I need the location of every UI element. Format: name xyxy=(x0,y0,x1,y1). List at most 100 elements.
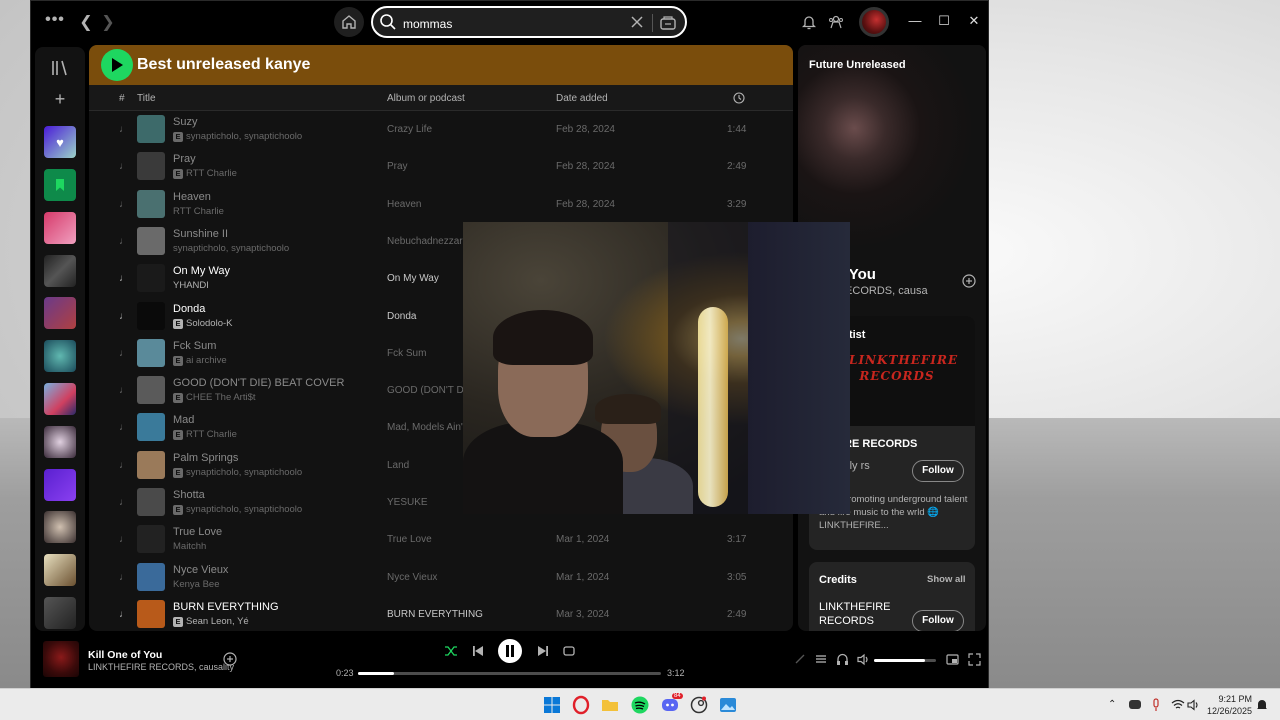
player-artist[interactable]: LINKTHEFIRE RECORDS, causality xyxy=(88,662,234,672)
track-album[interactable]: Heaven xyxy=(387,199,421,210)
now-playing-view-icon[interactable] xyxy=(794,653,806,665)
photos-app-icon[interactable] xyxy=(718,695,738,715)
now-playing-playlist-name[interactable]: Future Unreleased xyxy=(809,59,906,71)
track-artist-name[interactable]: RTT Charlie xyxy=(173,206,224,217)
credits-show-all-link[interactable]: Show all xyxy=(927,574,966,585)
track-thumbnail[interactable] xyxy=(137,264,165,293)
track-artist-name[interactable]: synapticholо, synaptichoolo xyxy=(173,243,289,254)
track-thumbnail[interactable] xyxy=(137,450,165,479)
notification-center-icon[interactable] xyxy=(1256,698,1268,712)
playlist-tile[interactable] xyxy=(44,255,76,287)
track-artist[interactable]: E Solodolo-K xyxy=(173,318,232,329)
menu-dots-icon[interactable]: ••• xyxy=(45,11,65,29)
track-title[interactable]: On My Way xyxy=(173,265,230,277)
track-thumbnail[interactable] xyxy=(137,376,165,405)
track-thumbnail[interactable] xyxy=(137,152,165,181)
track-title[interactable]: Shotta xyxy=(173,489,205,501)
notifications-bell-icon[interactable] xyxy=(802,14,816,30)
search-input[interactable]: mommas xyxy=(403,17,452,31)
track-title[interactable]: Donda xyxy=(173,303,205,315)
col-album[interactable]: Album or podcast xyxy=(387,93,465,104)
speaker-icon[interactable] xyxy=(1187,699,1200,711)
track-artist-name[interactable]: CHEE The Arti$t xyxy=(186,392,256,403)
track-artist-name[interactable]: Maitchh xyxy=(173,541,206,552)
track-artist[interactable]: E CHEE The Arti$t xyxy=(173,392,256,404)
track-artist[interactable]: Eai archive xyxy=(173,355,227,366)
track-row[interactable]: ♩ Heaven RTT Charlie Heaven Feb 28, 2024 3:29 xyxy=(89,186,793,223)
track-artist-name[interactable]: Sean Leon, Yé xyxy=(186,616,249,627)
track-artist[interactable]: E RTT Charlie xyxy=(173,168,237,180)
minimize-icon[interactable]: — xyxy=(907,13,923,28)
track-thumbnail[interactable] xyxy=(137,562,165,591)
track-album[interactable]: Fck Sum xyxy=(387,348,426,359)
microphone-icon[interactable] xyxy=(1151,698,1161,712)
track-album[interactable]: GOOD (DON'T DIE xyxy=(387,385,473,396)
track-thumbnail[interactable] xyxy=(137,226,165,255)
track-title[interactable]: GOOD (DON'T DIE) BEAT COVER xyxy=(173,377,344,389)
track-album[interactable]: True Love xyxy=(387,534,432,545)
track-row[interactable]: ♩ True Love Maitchh True Love Mar 1, 2024 3:1… xyxy=(89,521,793,558)
opera-browser-icon[interactable] xyxy=(571,695,591,715)
shuffle-icon[interactable] xyxy=(444,644,458,658)
your-episodes-tile[interactable] xyxy=(44,169,76,201)
track-title[interactable]: Mad xyxy=(173,414,194,426)
tray-discord-icon[interactable] xyxy=(1129,700,1141,710)
forward-arrow-icon[interactable]: ❯ xyxy=(101,12,115,32)
add-to-library-icon[interactable] xyxy=(223,652,237,666)
track-row[interactable]: ♩ Nyce Vieux Kenya Bee Nyce Vieux Mar 1, 202… xyxy=(89,559,793,596)
track-title[interactable]: Palm Springs xyxy=(173,452,238,464)
track-thumbnail[interactable] xyxy=(137,525,165,554)
track-thumbnail[interactable] xyxy=(137,189,165,218)
spotify-taskbar-icon[interactable] xyxy=(630,695,650,715)
progress-bar[interactable] xyxy=(358,672,661,675)
track-title[interactable]: Suzy xyxy=(173,116,197,128)
tray-overflow-icon[interactable]: ⌃ xyxy=(1108,699,1116,710)
file-explorer-icon[interactable] xyxy=(600,695,620,715)
track-thumbnail[interactable] xyxy=(137,599,165,628)
track-title[interactable]: Pray xyxy=(173,153,196,165)
playlist-tile[interactable] xyxy=(44,469,76,501)
track-artist-name[interactable]: Solodolo-K xyxy=(186,318,232,329)
track-artist-name[interactable]: synapticholо, synaptichoolo xyxy=(186,467,302,478)
wifi-icon[interactable] xyxy=(1171,699,1185,711)
playlist-tile[interactable] xyxy=(44,511,76,543)
playlist-tile[interactable] xyxy=(44,554,76,586)
queue-icon[interactable] xyxy=(815,653,827,665)
add-to-playlist-icon[interactable] xyxy=(962,274,976,288)
home-button[interactable] xyxy=(334,7,364,37)
track-artist-name[interactable]: YHANDI xyxy=(173,280,209,291)
maximize-icon[interactable]: ☐ xyxy=(936,13,952,29)
track-thumbnail[interactable] xyxy=(137,488,165,516)
track-album[interactable]: On My Way xyxy=(387,273,439,284)
track-title[interactable]: Heaven xyxy=(173,191,211,203)
track-album[interactable]: Nyce Vieux xyxy=(387,572,437,583)
liked-songs-tile[interactable]: ♥ xyxy=(44,126,76,158)
track-artist-name[interactable]: synapticholо, synaptichoolo xyxy=(186,504,302,515)
previous-track-icon[interactable] xyxy=(472,644,484,658)
track-album[interactable]: Pray xyxy=(387,161,408,172)
col-title[interactable]: Title xyxy=(137,93,156,104)
col-date-added[interactable]: Date added xyxy=(556,93,608,104)
back-arrow-icon[interactable]: ❮ xyxy=(79,12,93,32)
pause-button[interactable] xyxy=(498,639,522,663)
track-album[interactable]: Crazy Life xyxy=(387,124,432,135)
track-artist-name[interactable]: ai archive xyxy=(186,355,227,366)
track-thumbnail[interactable] xyxy=(137,413,165,442)
track-album[interactable]: BURN EVERYTHING xyxy=(387,609,483,620)
track-thumbnail[interactable] xyxy=(137,115,165,143)
friend-activity-icon[interactable] xyxy=(828,14,844,30)
track-title[interactable]: BURN EVERYTHING xyxy=(173,601,279,613)
follow-artist-button[interactable]: Follow xyxy=(912,460,964,482)
connect-device-icon[interactable] xyxy=(836,653,849,666)
track-thumbnail[interactable] xyxy=(137,338,165,367)
track-artist-name[interactable]: RTT Charlie xyxy=(186,168,237,179)
playlist-tile[interactable] xyxy=(44,597,76,629)
create-playlist-icon[interactable]: + xyxy=(35,89,85,110)
discover-weekly-tile[interactable] xyxy=(44,212,76,244)
play-button[interactable] xyxy=(101,49,133,81)
track-artist[interactable]: E Sean Leon, Yé xyxy=(173,616,249,627)
track-artist[interactable]: Esynapticholо, synaptichoolo xyxy=(173,467,302,478)
track-artist[interactable]: Maitchh xyxy=(173,541,206,552)
track-artist[interactable]: RTT Charlie xyxy=(173,206,224,217)
track-artist-name[interactable]: synapticholо, synaptichoolo xyxy=(186,131,302,142)
